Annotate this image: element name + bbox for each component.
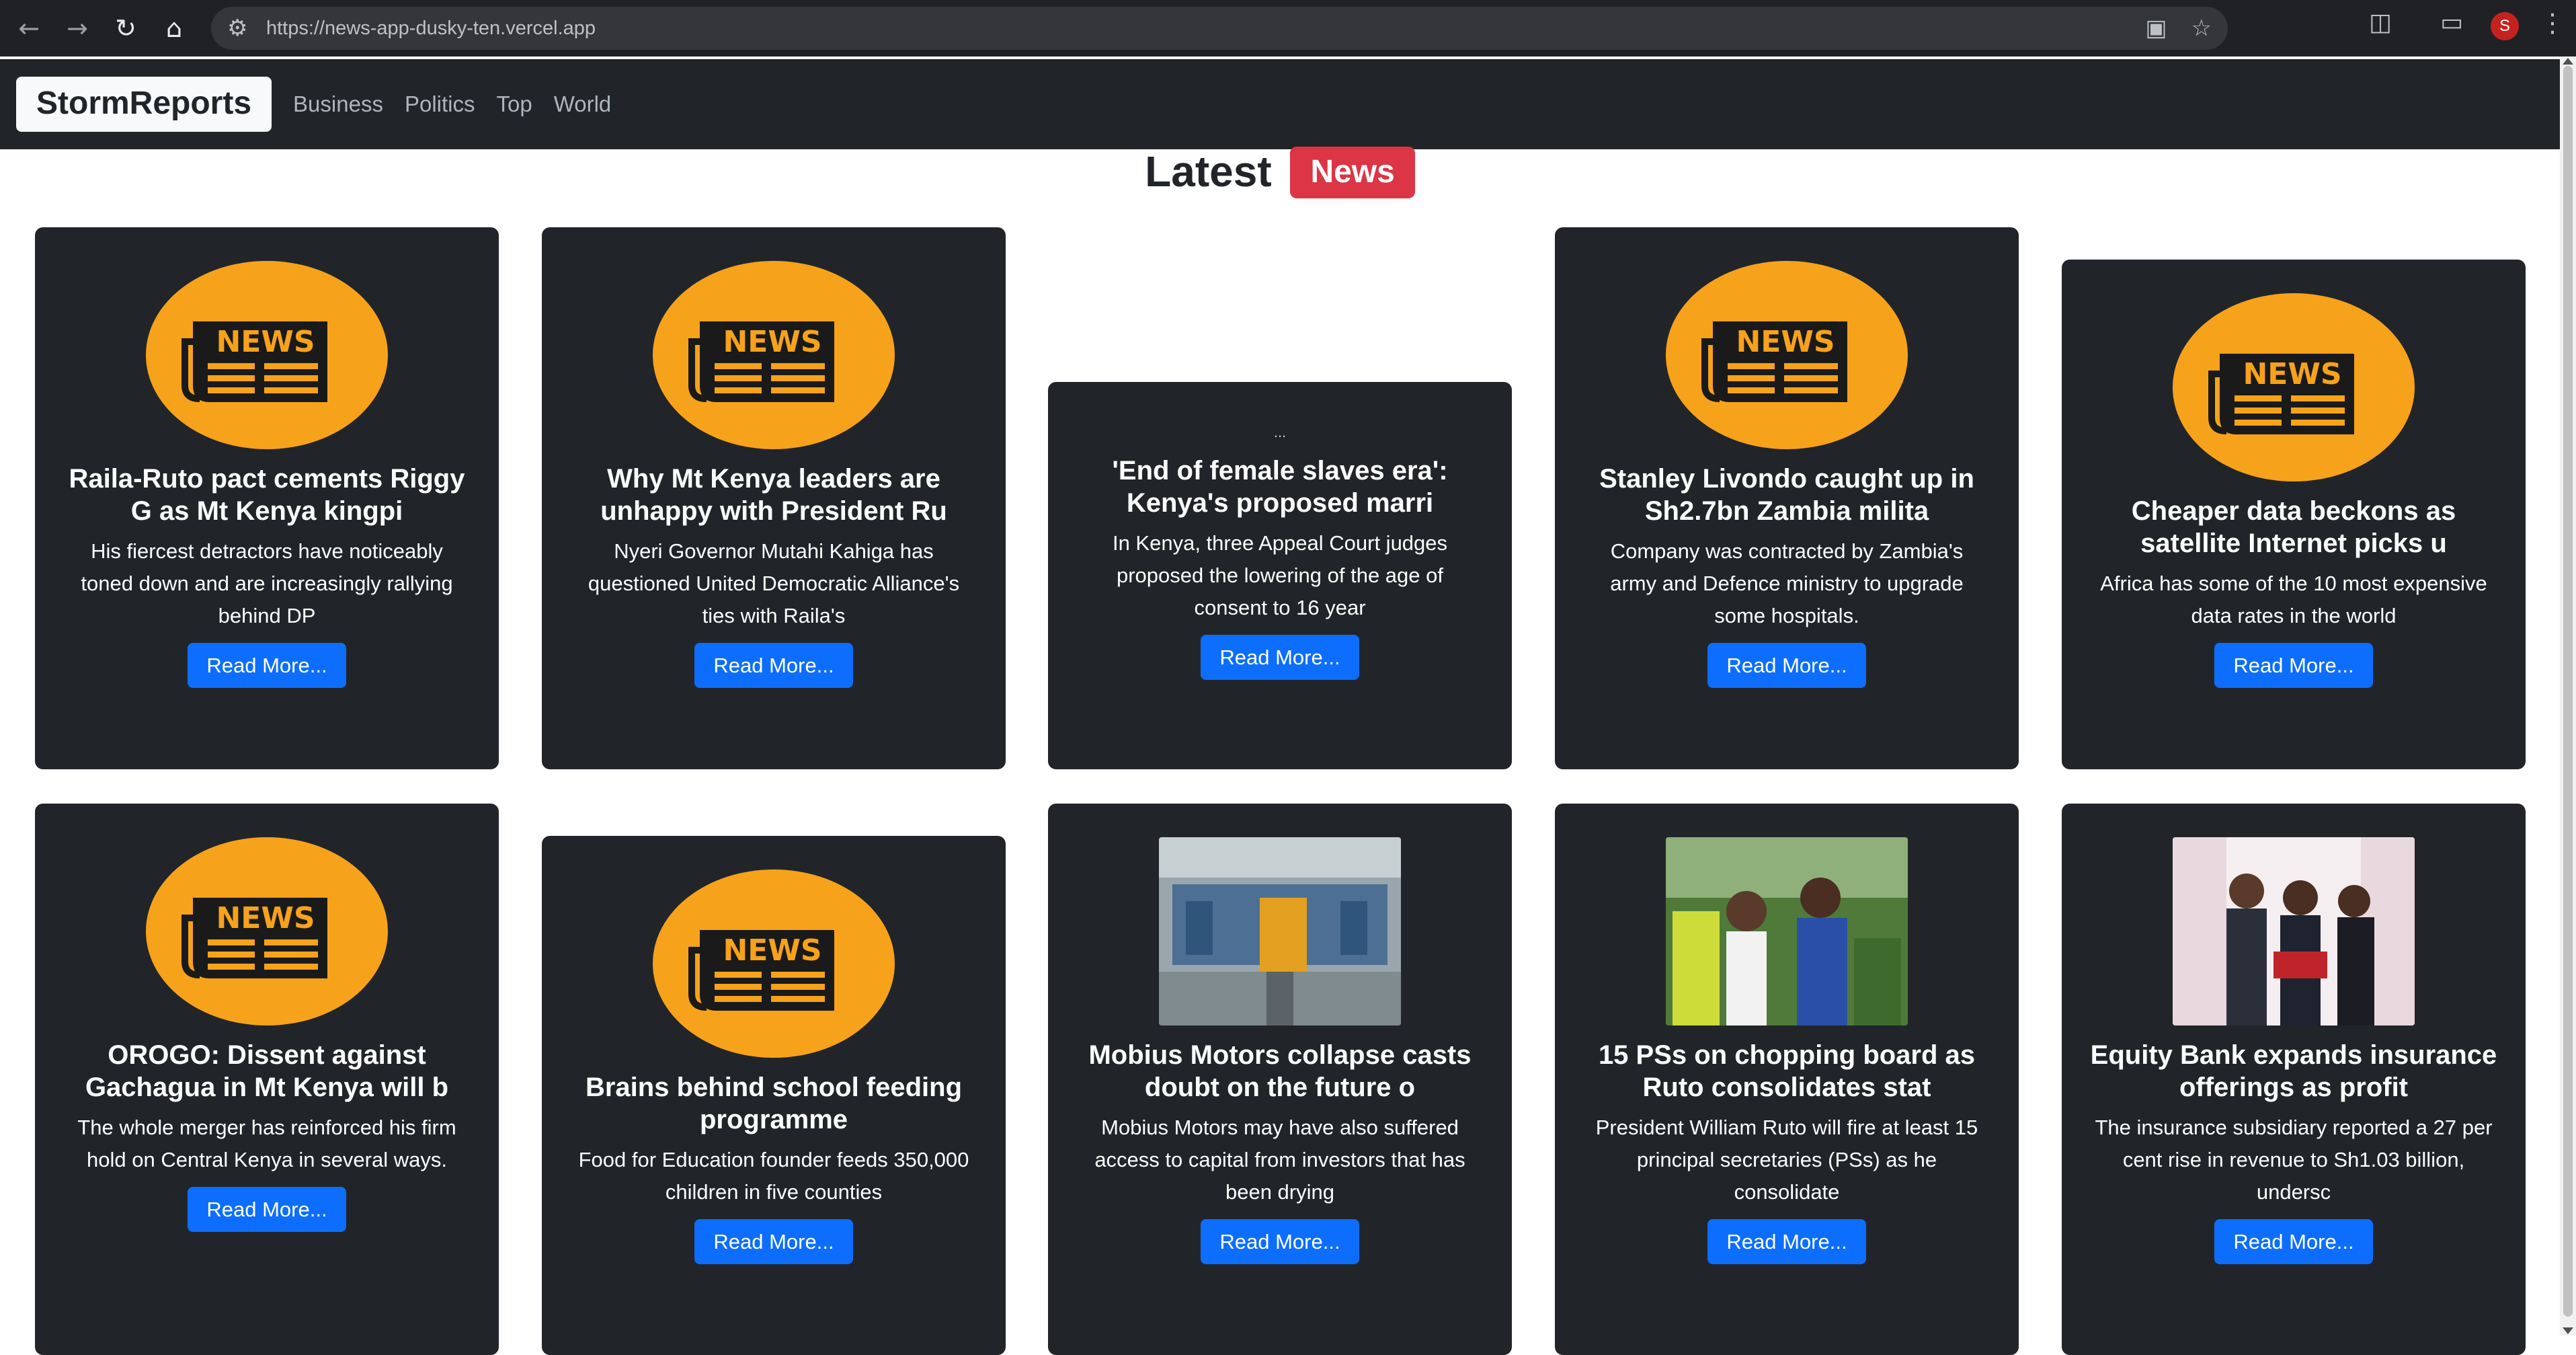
read-more-button[interactable]: Read More...: [188, 643, 346, 688]
news-card: NEWS Raila-Ruto pact cements Riggy G as …: [35, 227, 499, 769]
nav-link-business[interactable]: Business: [293, 91, 383, 117]
card-description: His fiercest detractors have noticeably …: [81, 539, 453, 627]
news-card: NEWS Stanley Livondo caught up in Sh2.7b…: [1555, 227, 2019, 769]
read-more-button[interactable]: Read More...: [694, 1219, 853, 1264]
news-card: Mobius Motors collapse casts doubt on th…: [1048, 804, 1512, 1355]
card-description: President William Ruto will fire at leas…: [1595, 1116, 1978, 1204]
news-logo-text: NEWS: [216, 325, 315, 359]
card-description: Nyeri Governor Mutahi Kahiga has questio…: [588, 539, 960, 627]
nav-link-politics[interactable]: Politics: [405, 91, 475, 117]
news-logo-text: NEWS: [723, 325, 821, 359]
heading-text: Latest: [1145, 147, 1272, 196]
news-card: NEWS Why Mt Kenya leaders are unhappy wi…: [542, 227, 1006, 769]
card-title: 'End of female slaves era': Kenya's prop…: [1112, 456, 1448, 518]
nav-link-top[interactable]: Top: [496, 91, 532, 117]
brand-logo[interactable]: StormReports: [16, 77, 272, 132]
news-card: NEWS OROGO: Dissent against Gachagua in …: [35, 804, 499, 1355]
card-image: NEWS: [146, 837, 388, 1025]
read-more-button[interactable]: Read More...: [1201, 635, 1359, 680]
card-title: Mobius Motors collapse casts doubt on th…: [1088, 1040, 1472, 1102]
card-title: Equity Bank expands insurance offerings …: [2090, 1040, 2497, 1102]
site-navbar: StormReports Business Politics Top World: [0, 59, 2560, 149]
profile-avatar[interactable]: S: [2491, 12, 2519, 40]
card-image: NEWS: [1666, 261, 1908, 449]
news-logo-icon: NEWS: [146, 261, 388, 449]
news-logo-icon: NEWS: [2173, 293, 2415, 481]
broken-image-icon: ...: [1266, 414, 1293, 441]
scroll-down-arrow-icon[interactable]: [2563, 1327, 2573, 1334]
card-description: Food for Education founder feeds 350,000…: [578, 1148, 969, 1204]
scroll-up-arrow-icon[interactable]: [2563, 58, 2573, 65]
back-arrow-icon[interactable]: ←: [9, 9, 48, 48]
browser-toolbar: ← → ↻ ⌂ ⚙ https://news-app-dusky-ten.ver…: [0, 0, 2576, 56]
news-card: 15 PSs on chopping board as Ruto consoli…: [1555, 804, 2019, 1355]
install-app-icon[interactable]: ▣: [2145, 15, 2167, 42]
card-description: The whole merger has reinforced his firm…: [77, 1116, 456, 1171]
cast-icon[interactable]: ▭: [2440, 9, 2463, 36]
address-bar[interactable]: ⚙ https://news-app-dusky-ten.vercel.app …: [211, 7, 2228, 50]
article-photo: [1666, 837, 1908, 1025]
nav-links: Business Politics Top World: [293, 91, 611, 117]
card-title: 15 PSs on chopping board as Ruto consoli…: [1598, 1040, 1976, 1102]
card-title: Cheaper data beckons as satellite Intern…: [2131, 496, 2456, 558]
read-more-button[interactable]: Read More...: [2214, 643, 2373, 688]
news-card: NEWS Cheaper data beckons as satellite I…: [2062, 260, 2526, 769]
card-description: Africa has some of the 10 most expensive…: [2100, 572, 2487, 627]
url-text[interactable]: https://news-app-dusky-ten.vercel.app: [266, 17, 596, 40]
news-logo-text: NEWS: [2243, 357, 2341, 391]
news-logo-icon: NEWS: [146, 837, 388, 1025]
card-title: Stanley Livondo caught up in Sh2.7bn Zam…: [1599, 464, 1974, 526]
extensions-icon[interactable]: ◫: [2369, 9, 2392, 36]
broken-image-alt: ...: [1273, 424, 1287, 440]
read-more-button[interactable]: Read More...: [188, 1187, 346, 1232]
news-card: ... 'End of female slaves era': Kenya's p…: [1048, 382, 1512, 769]
bookmark-star-icon[interactable]: ☆: [2191, 15, 2212, 42]
forward-arrow-icon[interactable]: →: [58, 9, 97, 48]
news-card: NEWS Brains behind school feeding progra…: [542, 836, 1006, 1355]
card-description: In Kenya, three Appeal Court judges prop…: [1112, 531, 1448, 619]
news-logo-icon: NEWS: [1666, 261, 1908, 449]
menu-dots-icon[interactable]: ⋮: [2540, 8, 2565, 38]
card-image: NEWS: [146, 261, 388, 449]
card-image: NEWS: [653, 261, 895, 449]
read-more-button[interactable]: Read More...: [1707, 643, 1866, 688]
card-title: Brains behind school feeding programme: [585, 1073, 963, 1134]
news-logo-text: NEWS: [216, 901, 315, 935]
news-logo-text: NEWS: [723, 933, 821, 968]
card-image: NEWS: [653, 869, 895, 1058]
card-image: [1666, 837, 1908, 1025]
article-photo: [1159, 837, 1401, 1025]
news-badge: News: [1290, 146, 1415, 198]
card-description: Mobius Motors may have also suffered acc…: [1094, 1116, 1465, 1204]
card-image: NEWS: [2173, 293, 2415, 481]
card-image: [2173, 837, 2415, 1025]
read-more-button[interactable]: Read More...: [1201, 1219, 1359, 1264]
scrollbar-thumb[interactable]: [2563, 66, 2573, 1317]
news-card: Equity Bank expands insurance offerings …: [2062, 804, 2526, 1355]
card-title: Raila-Ruto pact cements Riggy G as Mt Ke…: [69, 464, 465, 526]
card-image: [1159, 837, 1401, 1025]
news-logo-text: NEWS: [1736, 325, 1835, 359]
nav-link-world[interactable]: World: [554, 91, 612, 117]
article-photo: [2173, 837, 2415, 1025]
card-title: OROGO: Dissent against Gachagua in Mt Ke…: [85, 1040, 449, 1102]
page-heading: Latest News: [0, 146, 2560, 201]
home-icon[interactable]: ⌂: [155, 9, 194, 48]
read-more-button[interactable]: Read More...: [1707, 1219, 1866, 1264]
read-more-button[interactable]: Read More...: [2214, 1219, 2373, 1264]
card-description: The insurance subsidiary reported a 27 p…: [2095, 1116, 2493, 1204]
card-description: Company was contracted by Zambia's army …: [1610, 539, 1964, 627]
news-logo-icon: NEWS: [653, 869, 895, 1058]
site-info-icon[interactable]: ⚙: [227, 15, 254, 42]
page-scrollbar[interactable]: [2560, 56, 2576, 1335]
news-logo-icon: NEWS: [653, 261, 895, 449]
reload-icon[interactable]: ↻: [106, 9, 145, 48]
read-more-button[interactable]: Read More...: [694, 643, 853, 688]
card-title: Why Mt Kenya leaders are unhappy with Pr…: [600, 464, 947, 526]
